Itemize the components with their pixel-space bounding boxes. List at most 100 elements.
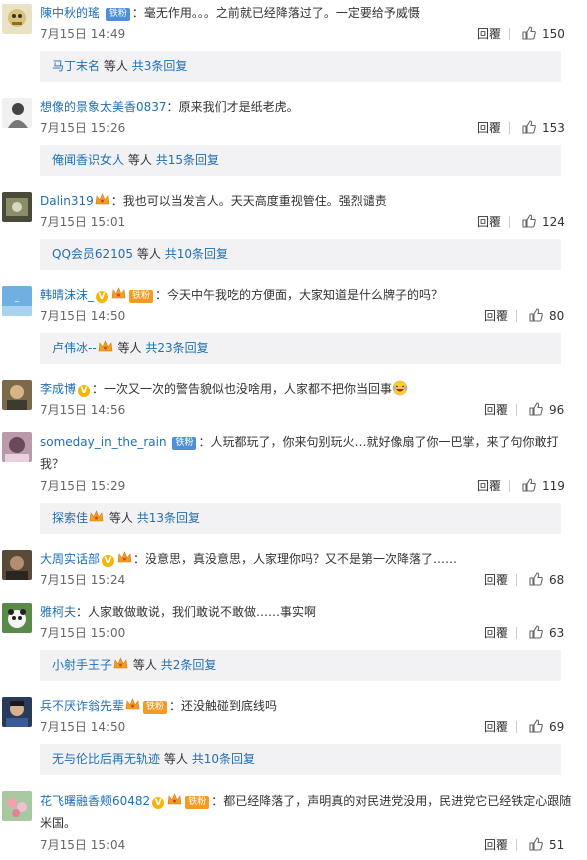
username-link[interactable]: 韩晴沫沫_ bbox=[40, 288, 94, 302]
comment-text-line: 李成博 V ：一次又一次的警告貌似也没啥用，人家都不把你当回事 bbox=[40, 379, 577, 399]
like-button[interactable]: 69 bbox=[529, 718, 564, 736]
colon: ： bbox=[169, 699, 182, 713]
sub-reply-count[interactable]: 共13条回复 bbox=[137, 511, 200, 525]
avatar[interactable] bbox=[2, 192, 32, 222]
thumbs-up-icon bbox=[529, 625, 543, 639]
username-link[interactable]: 想像的景象太美香0837 bbox=[40, 100, 167, 114]
username-link[interactable]: Dalin319 bbox=[40, 194, 94, 208]
like-button[interactable]: 153 bbox=[522, 119, 565, 137]
like-button[interactable]: 124 bbox=[522, 213, 565, 231]
crown-icon bbox=[167, 791, 182, 805]
username-link[interactable]: 兵不厌诈翁先辈 bbox=[40, 699, 124, 713]
sub-replies-box[interactable]: QQ会员62105 等人 共10条回复 bbox=[40, 239, 561, 270]
divider bbox=[509, 216, 510, 228]
username-link[interactable]: 陳中秋的瑤 bbox=[40, 6, 100, 20]
comment-text: 原来我们才是纸老虎。 bbox=[178, 100, 299, 114]
timestamp: 7月15日 15:26 bbox=[40, 121, 126, 135]
sub-replies-box[interactable]: 俺闻香识女人 等人 共15条回复 bbox=[40, 145, 561, 176]
sub-reply-user[interactable]: 无与伦比后再无轨迹 bbox=[52, 752, 160, 766]
v-verified-icon: V bbox=[96, 291, 109, 303]
username-link[interactable]: 大周实话部 bbox=[40, 552, 100, 566]
like-button[interactable]: 51 bbox=[529, 836, 564, 854]
reply-button[interactable]: 回覆 bbox=[477, 477, 501, 495]
divider bbox=[516, 404, 517, 416]
fan-badge: 铁粉 bbox=[185, 796, 210, 809]
sub-reply-user[interactable]: 探索佳 bbox=[52, 511, 88, 525]
timestamp: 7月15日 14:56 bbox=[40, 403, 126, 417]
reply-button[interactable]: 回覆 bbox=[484, 307, 508, 325]
sub-reply-count[interactable]: 共3条回复 bbox=[132, 59, 188, 73]
reply-button[interactable]: 回覆 bbox=[477, 25, 501, 43]
sub-reply-mid: 等人 bbox=[103, 59, 128, 73]
comment-text: 毫无作用。。。之前就已经降落过了。一定要给予威慑 bbox=[143, 6, 420, 20]
sub-replies-box[interactable]: 小射手王子 等人 共2条回复 bbox=[40, 650, 561, 681]
timestamp: 7月15日 14:49 bbox=[40, 27, 126, 41]
sub-reply-user[interactable]: 俺闻香识女人 bbox=[52, 153, 124, 167]
divider bbox=[509, 480, 510, 492]
svg-text:~: ~ bbox=[14, 298, 20, 306]
sub-replies-box[interactable]: 卢伟冰-- 等人 共23条回复 bbox=[40, 333, 561, 364]
sub-reply-mid: 等人 bbox=[117, 341, 142, 355]
sub-replies-box[interactable]: 探索佳 等人 共13条回复 bbox=[40, 503, 561, 534]
reply-button[interactable]: 回覆 bbox=[477, 213, 501, 231]
like-button[interactable]: 63 bbox=[529, 624, 564, 642]
sub-reply-user[interactable]: QQ会员62105 bbox=[52, 247, 133, 261]
username-link[interactable]: someday_in_the_rain bbox=[40, 435, 167, 449]
crown-icon bbox=[113, 651, 128, 669]
sub-reply-user[interactable]: 小射手王子 bbox=[52, 658, 112, 672]
like-button[interactable]: 96 bbox=[529, 401, 564, 419]
sub-reply-user[interactable]: 马丁末名 bbox=[52, 59, 100, 73]
username-link[interactable]: 李成博 bbox=[40, 382, 76, 396]
sub-reply-user[interactable]: 卢伟冰-- bbox=[52, 341, 97, 355]
sub-replies-box[interactable]: 马丁末名 等人 共3条回复 bbox=[40, 51, 561, 82]
like-button[interactable]: 80 bbox=[529, 307, 564, 325]
like-count: 153 bbox=[542, 121, 565, 135]
timestamp: 7月15日 15:00 bbox=[40, 626, 126, 640]
username-link[interactable]: 雅柯夫 bbox=[40, 605, 76, 619]
sub-replies-box[interactable]: 无与伦比后再无轨迹 等人 共10条回复 bbox=[40, 744, 561, 775]
avatar[interactable] bbox=[2, 697, 32, 727]
sub-reply-count[interactable]: 共10条回复 bbox=[192, 752, 255, 766]
avatar[interactable] bbox=[2, 98, 32, 128]
avatar[interactable] bbox=[2, 4, 32, 34]
sub-reply-mid: 等人 bbox=[127, 153, 152, 167]
like-button[interactable]: 119 bbox=[522, 477, 565, 495]
colon: ： bbox=[92, 382, 105, 396]
fan-badge: 铁粉 bbox=[105, 8, 130, 21]
like-count: 63 bbox=[549, 626, 565, 640]
comment-text: 我也可以当发言人。天天高度重视管住。强烈谴责 bbox=[122, 194, 387, 208]
reply-button[interactable]: 回覆 bbox=[484, 836, 508, 854]
like-count: 80 bbox=[549, 309, 565, 323]
reply-button[interactable]: 回覆 bbox=[484, 571, 508, 589]
reply-button[interactable]: 回覆 bbox=[484, 401, 508, 419]
avatar[interactable] bbox=[2, 791, 32, 821]
avatar[interactable]: ~ bbox=[2, 286, 32, 316]
avatar[interactable] bbox=[2, 432, 32, 462]
thumbs-up-icon bbox=[522, 478, 536, 492]
comment-text-line: 兵不厌诈翁先辈 铁粉 ：还没触碰到底线吗 bbox=[40, 696, 577, 716]
like-count: 68 bbox=[549, 573, 565, 587]
v-verified-icon: V bbox=[102, 555, 115, 567]
reply-button[interactable]: 回覆 bbox=[484, 624, 508, 642]
crown-icon bbox=[89, 504, 104, 522]
like-button[interactable]: 68 bbox=[529, 571, 564, 589]
reply-button[interactable]: 回覆 bbox=[484, 718, 508, 736]
comment-text-line: 想像的景象太美香0837：原来我们才是纸老虎。 bbox=[40, 97, 577, 117]
avatar[interactable] bbox=[2, 603, 32, 633]
comment-text: 一次又一次的警告貌似也没啥用，人家都不把你当回事 bbox=[104, 382, 393, 396]
reply-button[interactable]: 回覆 bbox=[477, 119, 501, 137]
colon: ： bbox=[166, 100, 179, 114]
avatar[interactable] bbox=[2, 380, 32, 410]
sub-reply-count[interactable]: 共15条回复 bbox=[156, 153, 219, 167]
sub-reply-count[interactable]: 共2条回复 bbox=[161, 658, 217, 672]
sub-reply-count[interactable]: 共10条回复 bbox=[165, 247, 228, 261]
divider bbox=[516, 839, 517, 851]
username-link[interactable]: 花飞曙融香颊60482 bbox=[40, 794, 150, 808]
sub-reply-count[interactable]: 共23条回复 bbox=[145, 341, 208, 355]
fan-badge: 铁粉 bbox=[172, 437, 197, 450]
like-count: 96 bbox=[549, 403, 565, 417]
timestamp: 7月15日 15:01 bbox=[40, 215, 126, 229]
colon: ： bbox=[131, 6, 144, 20]
like-button[interactable]: 150 bbox=[522, 25, 565, 43]
avatar[interactable] bbox=[2, 550, 32, 580]
